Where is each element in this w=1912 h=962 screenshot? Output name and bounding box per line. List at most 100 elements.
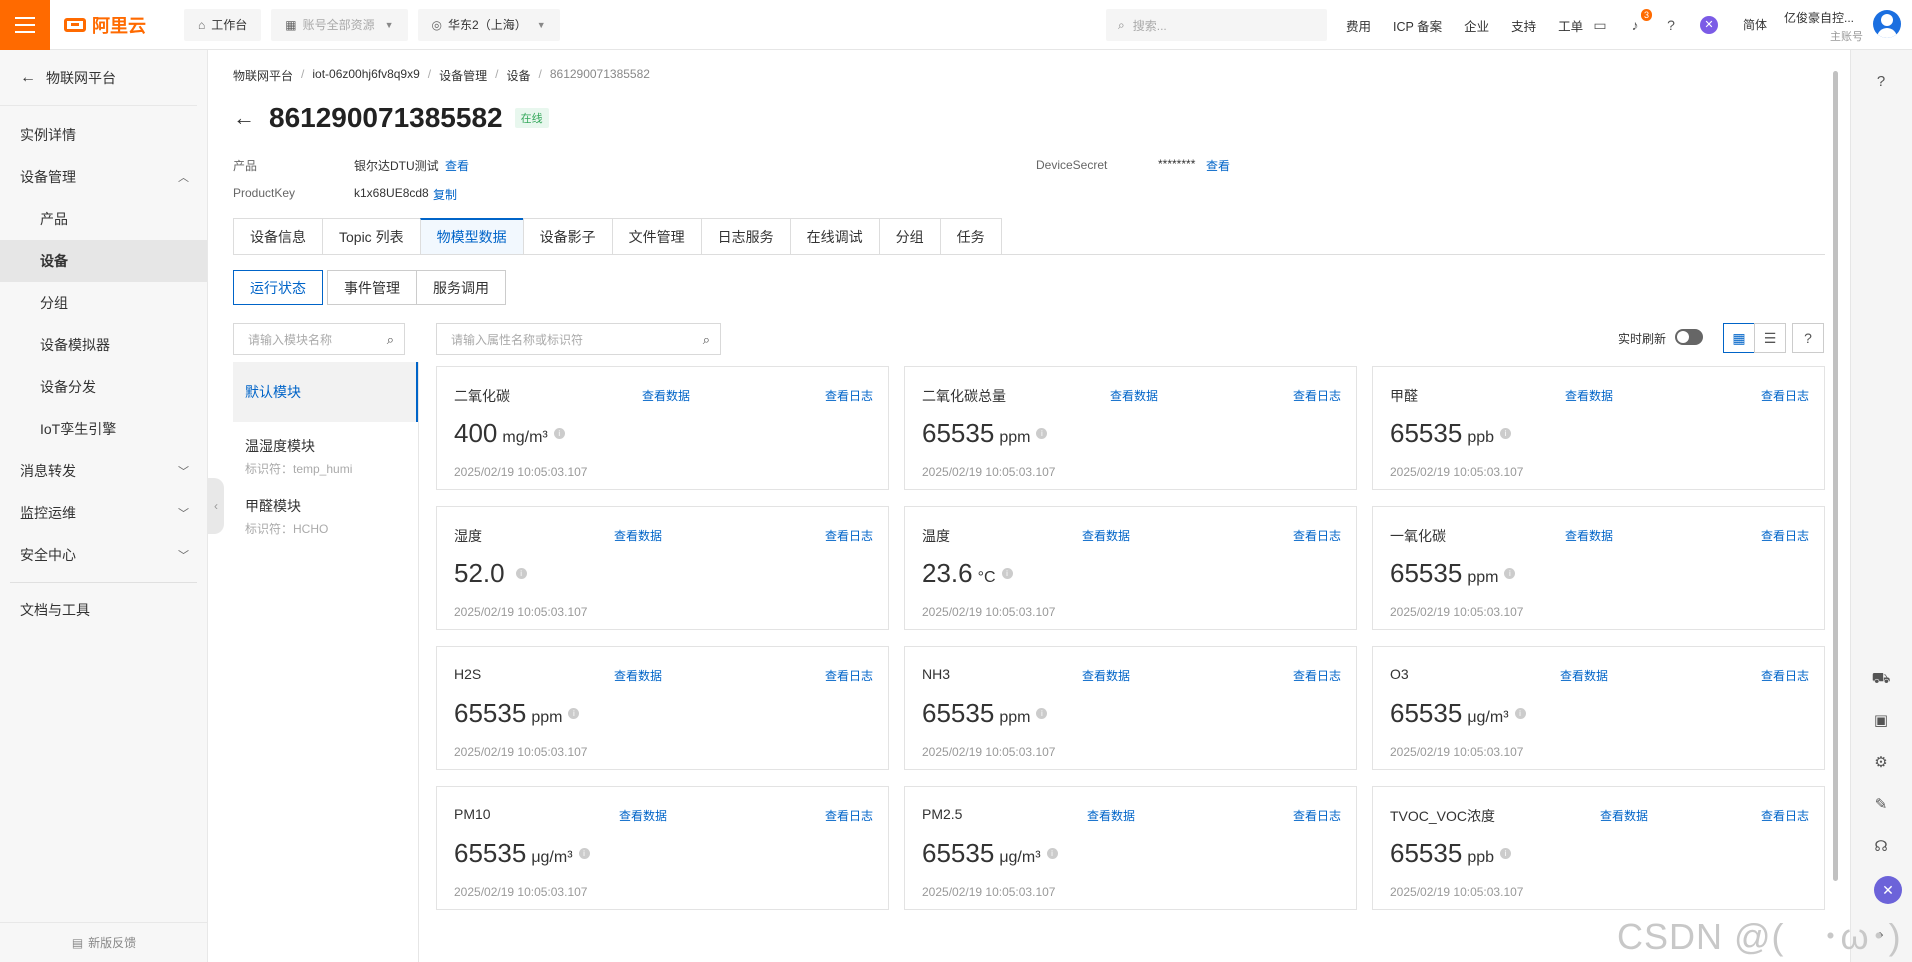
info-icon[interactable]: i <box>1036 428 1048 439</box>
tab-device-shadow[interactable]: 设备影子 <box>522 218 612 255</box>
sidebar-item-instance[interactable]: 实例详情 <box>0 114 207 156</box>
view-log-link[interactable]: 查看日志 <box>825 807 873 824</box>
view-data-link[interactable]: 查看数据 <box>614 667 662 684</box>
info-icon[interactable]: i <box>1500 428 1512 439</box>
view-data-link[interactable]: 查看数据 <box>1082 527 1130 544</box>
breadcrumb-item[interactable]: 设备 <box>506 67 530 84</box>
sidebar-collapse-handle[interactable]: ‹ <box>208 478 224 534</box>
list-view-button[interactable]: ☰ <box>1754 323 1786 353</box>
info-icon[interactable]: i <box>1504 568 1516 579</box>
view-data-link[interactable]: 查看数据 <box>1560 667 1608 684</box>
tab-task[interactable]: 任务 <box>939 218 1002 255</box>
view-data-link[interactable]: 查看数据 <box>1087 807 1135 824</box>
view-log-link[interactable]: 查看日志 <box>1293 387 1341 404</box>
menu-icon[interactable] <box>0 0 50 50</box>
sidebar-item-twin-engine[interactable]: IoT孪生引擎 <box>0 408 207 450</box>
sidebar-item-message-forward[interactable]: 消息转发 ﹀ <box>0 450 207 492</box>
tab-file-mgmt[interactable]: 文件管理 <box>611 218 701 255</box>
grid-view-button[interactable]: ▦ <box>1723 323 1755 353</box>
realtime-refresh-toggle[interactable] <box>1675 329 1703 345</box>
copy-link[interactable]: 复制 <box>433 186 457 203</box>
module-item-default[interactable]: 默认模块 <box>233 362 418 422</box>
info-icon[interactable]: i <box>568 708 580 719</box>
secret-view-link[interactable]: 查看 <box>1206 157 1230 174</box>
billing-link[interactable]: 费用 <box>1346 16 1371 35</box>
info-icon[interactable]: i <box>1046 848 1058 859</box>
ai-assistant-icon[interactable]: ✕ <box>1700 16 1718 34</box>
view-log-link[interactable]: 查看日志 <box>1761 387 1809 404</box>
module-item-temp-humi[interactable]: 温湿度模块 标识符：temp_humi <box>233 422 418 482</box>
view-log-link[interactable]: 查看日志 <box>1293 667 1341 684</box>
view-log-link[interactable]: 查看日志 <box>1293 807 1341 824</box>
back-to-iot-platform[interactable]: ← 物联网平台 <box>0 50 197 106</box>
tab-log-service[interactable]: 日志服务 <box>700 218 790 255</box>
tab-online-debug[interactable]: 在线调试 <box>789 218 879 255</box>
info-icon[interactable]: i <box>578 848 590 859</box>
workbench-button[interactable]: ⌂ 工作台 <box>184 8 262 41</box>
scrollbar-thumb[interactable] <box>1833 71 1838 881</box>
subtab-running-status[interactable]: 运行状态 <box>233 270 323 305</box>
tab-device-info[interactable]: 设备信息 <box>233 218 322 255</box>
bell-icon[interactable]: ♪ 3 <box>1626 9 1652 34</box>
back-arrow-icon[interactable]: ← <box>233 105 255 131</box>
view-data-link[interactable]: 查看数据 <box>619 807 667 824</box>
headset-icon[interactable]: ☊ <box>1870 836 1892 858</box>
sidebar-item-simulator[interactable]: 设备模拟器 <box>0 324 207 366</box>
ai-assistant-button[interactable]: ✕ <box>1874 876 1902 904</box>
info-icon[interactable]: i <box>1500 848 1512 859</box>
feedback-button[interactable]: ▤ 新版反馈 <box>0 922 208 962</box>
view-data-link[interactable]: 查看数据 <box>1600 807 1648 824</box>
tab-topic-list[interactable]: Topic 列表 <box>322 218 420 255</box>
region-selector[interactable]: ◎ 华东2（上海） ▼ <box>417 8 560 41</box>
module-item-hcho[interactable]: 甲醛模块 标识符：HCHO <box>233 482 418 542</box>
user-name[interactable]: 亿俊豪自控... <box>1784 9 1854 26</box>
settings-icon[interactable]: ⚙ <box>1870 752 1892 774</box>
property-search-input[interactable]: 请输入属性名称或标识符 ⌕ <box>436 323 721 355</box>
sidebar-item-monitoring[interactable]: 监控运维 ﹀ <box>0 492 207 534</box>
sidebar-item-security[interactable]: 安全中心 ﹀ <box>0 534 207 576</box>
view-log-link[interactable]: 查看日志 <box>1761 527 1809 544</box>
resource-selector[interactable]: ▦ 账号全部资源 ▼ <box>271 8 408 41</box>
sidebar-item-device[interactable]: 设备 <box>0 240 207 282</box>
view-log-link[interactable]: 查看日志 <box>825 387 873 404</box>
sidebar-item-product[interactable]: 产品 <box>0 198 207 240</box>
language-switch[interactable]: 简体 <box>1740 16 1770 34</box>
view-data-link[interactable]: 查看数据 <box>1110 387 1158 404</box>
breadcrumb-item[interactable]: 设备管理 <box>439 67 487 84</box>
view-data-link[interactable]: 查看数据 <box>642 387 690 404</box>
cart-icon[interactable]: ⛟ <box>1870 668 1892 690</box>
enterprise-link[interactable]: 企业 <box>1464 16 1489 35</box>
avatar[interactable] <box>1873 10 1901 38</box>
breadcrumb-item[interactable]: iot-06z00hj6fv8q9x9 <box>312 67 419 84</box>
view-log-link[interactable]: 查看日志 <box>1293 527 1341 544</box>
support-link[interactable]: 支持 <box>1511 16 1536 35</box>
view-data-link[interactable]: 查看数据 <box>614 527 662 544</box>
tab-thing-model-data[interactable]: 物模型数据 <box>419 218 523 255</box>
info-icon[interactable]: i <box>1001 568 1013 579</box>
sidebar-item-device-mgmt[interactable]: 设备管理 ︿ <box>0 156 207 198</box>
sidebar-item-group[interactable]: 分组 <box>0 282 207 324</box>
chip-icon[interactable]: ▣ <box>1870 710 1892 732</box>
view-data-link[interactable]: 查看数据 <box>1565 387 1613 404</box>
info-icon[interactable]: i <box>1514 708 1526 719</box>
view-data-link[interactable]: 查看数据 <box>1565 527 1613 544</box>
module-search-input[interactable]: 请输入模块名称 ⌕ <box>233 323 405 355</box>
view-log-link[interactable]: 查看日志 <box>1761 667 1809 684</box>
edit-icon[interactable]: ✎ <box>1870 794 1892 816</box>
view-data-link[interactable]: 查看数据 <box>1082 667 1130 684</box>
view-log-link[interactable]: 查看日志 <box>825 527 873 544</box>
info-icon[interactable]: i <box>553 428 565 439</box>
global-search-input[interactable]: ⌕ 搜索... <box>1106 9 1327 41</box>
help-button[interactable]: ? <box>1792 323 1824 353</box>
ticket-link[interactable]: 工单 <box>1558 16 1583 35</box>
icp-link[interactable]: ICP 备案 <box>1393 16 1442 35</box>
help-icon[interactable]: ? <box>1662 16 1680 34</box>
info-icon[interactable]: i <box>515 568 527 579</box>
view-log-link[interactable]: 查看日志 <box>825 667 873 684</box>
sidebar-item-distribution[interactable]: 设备分发 <box>0 366 207 408</box>
help-circle-icon[interactable]: ? <box>1870 71 1892 93</box>
scrollbar[interactable] <box>1828 57 1842 962</box>
terminal-icon[interactable]: ▭ <box>1591 16 1609 34</box>
tab-group[interactable]: 分组 <box>878 218 940 255</box>
subtab-event-mgmt[interactable]: 事件管理 <box>327 270 417 305</box>
